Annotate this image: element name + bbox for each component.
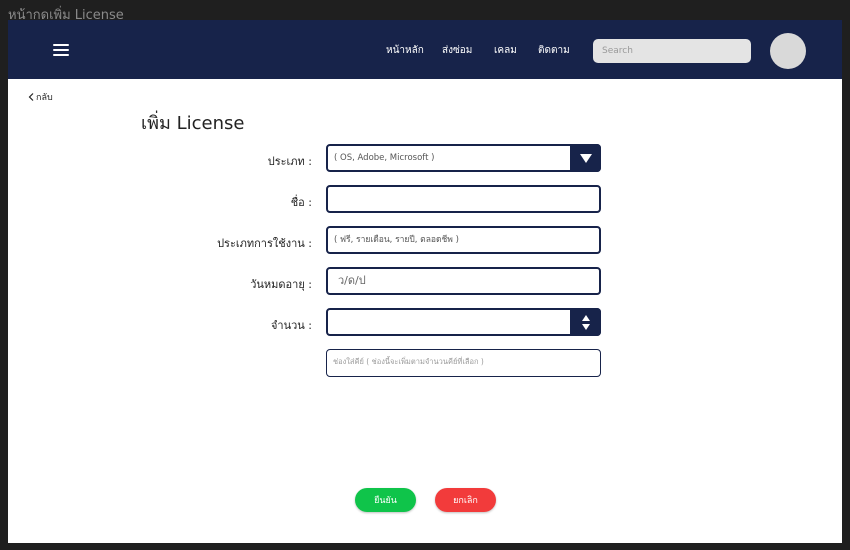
usage-type-value: ( ฟรี, รายเดือน, รายปี, ตลอดชีพ ): [334, 235, 459, 245]
cancel-button[interactable]: ยกเลิก: [435, 488, 496, 512]
back-link[interactable]: กลับ: [28, 90, 53, 104]
nav-link-repair[interactable]: ส่งซ่อม: [442, 43, 472, 58]
name-field[interactable]: [326, 185, 601, 213]
top-navbar: หน้าหลัก ส่งซ่อม เคลม ติดตาม: [8, 20, 842, 79]
type-label: ประเภท :: [267, 155, 312, 168]
type-select-value: ( OS, Adobe, Microsoft ): [334, 153, 435, 163]
type-select[interactable]: ( OS, Adobe, Microsoft ): [326, 144, 601, 172]
quantity-stepper[interactable]: [326, 308, 601, 336]
nav-link-home[interactable]: หน้าหลัก: [386, 43, 424, 58]
dropdown-arrow-icon[interactable]: [570, 144, 601, 172]
search-input[interactable]: [593, 39, 751, 63]
expiry-date-field[interactable]: ว/ด/ป: [326, 267, 601, 295]
page-title: เพิ่ม License: [141, 113, 245, 134]
usage-type-field[interactable]: ( ฟรี, รายเดือน, รายปี, ตลอดชีพ ): [326, 226, 601, 254]
license-key-field[interactable]: ช่องใส่คีย์ ( ช่องนี้จะเพิ่มตามจำนวนคีย์…: [326, 349, 601, 377]
nav-link-claim[interactable]: เคลม: [494, 43, 517, 58]
name-label: ชื่อ :: [290, 196, 312, 209]
app-window: หน้าหลัก ส่งซ่อม เคลม ติดตาม กลับ เพิ่ม …: [8, 20, 842, 543]
confirm-button[interactable]: ยืนยัน: [355, 488, 416, 512]
license-key-placeholder: ช่องใส่คีย์ ( ช่องนี้จะเพิ่มตามจำนวนคีย์…: [333, 357, 484, 366]
expiry-date-placeholder: ว/ด/ป: [338, 274, 366, 287]
stepper-icon[interactable]: [570, 308, 601, 336]
expiry-label: วันหมดอายุ :: [250, 278, 312, 291]
usage-type-label: ประเภทการใช้งาน :: [217, 237, 312, 250]
hamburger-icon[interactable]: [53, 44, 69, 56]
chevron-left-icon: [28, 93, 34, 101]
nav-link-track[interactable]: ติดตาม: [538, 43, 570, 58]
back-label: กลับ: [36, 93, 53, 103]
avatar[interactable]: [770, 33, 806, 69]
quantity-label: จำนวน :: [270, 319, 312, 332]
